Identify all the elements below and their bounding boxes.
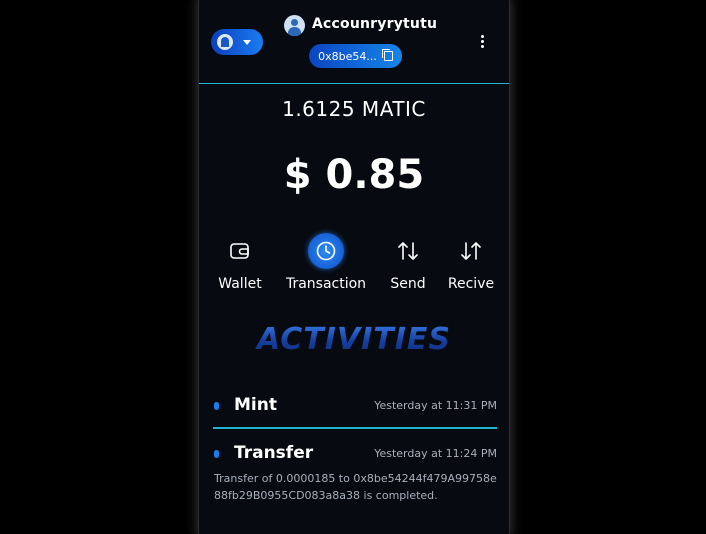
account-name: Accounryrytutu bbox=[312, 16, 438, 32]
activity-description: Transfer of 0.0000185 to 0x8be54244f479A… bbox=[214, 472, 497, 502]
address-text: 0x8be54... bbox=[318, 49, 377, 63]
status-dot-icon bbox=[214, 402, 219, 410]
wallet-panel: Accounryrytutu 0x8be54... 1.6125 MATIC $… bbox=[198, 0, 510, 534]
wallet-header: Accounryrytutu 0x8be54... bbox=[199, 0, 509, 84]
wallet-label: Wallet bbox=[218, 276, 262, 292]
receive-label: Recive bbox=[447, 276, 495, 292]
send-action[interactable]: Send bbox=[385, 233, 431, 292]
action-bar: Wallet Transaction Send Recive bbox=[199, 233, 509, 303]
address-copy-button[interactable]: 0x8be54... bbox=[309, 44, 402, 68]
activity-name: Mint bbox=[234, 395, 277, 415]
arrows-down-up-icon bbox=[453, 233, 489, 269]
transaction-label: Transaction bbox=[285, 276, 367, 292]
account-avatar-icon bbox=[217, 34, 233, 50]
activity-time: Yesterday at 11:31 PM bbox=[374, 399, 497, 412]
send-label: Send bbox=[390, 276, 426, 292]
copy-icon bbox=[381, 49, 393, 61]
activity-item-transfer[interactable]: Transfer Yesterday at 11:24 PM Transfer … bbox=[213, 443, 497, 523]
activities-heading: ACTIVITIES bbox=[199, 322, 509, 357]
activity-name: Transfer bbox=[234, 443, 314, 463]
user-avatar bbox=[284, 15, 305, 36]
activity-item-mint[interactable]: Mint Yesterday at 11:31 PM bbox=[213, 395, 497, 417]
status-dot-icon bbox=[214, 450, 219, 458]
receive-action[interactable]: Recive bbox=[444, 233, 498, 292]
wallet-icon bbox=[222, 233, 258, 269]
transaction-action[interactable]: Transaction bbox=[282, 233, 370, 292]
token-balance: 1.6125 MATIC bbox=[282, 97, 426, 121]
clock-icon bbox=[308, 233, 344, 269]
fiat-balance: $ 0.85 bbox=[283, 152, 425, 198]
chevron-down-icon bbox=[243, 39, 251, 45]
activity-time: Yesterday at 11:24 PM bbox=[374, 447, 497, 460]
wallet-action[interactable]: Wallet bbox=[214, 233, 266, 292]
more-menu-icon[interactable] bbox=[480, 35, 486, 51]
account-switcher-button[interactable] bbox=[211, 29, 263, 55]
activity-divider bbox=[213, 427, 497, 429]
arrows-up-down-icon bbox=[390, 233, 426, 269]
